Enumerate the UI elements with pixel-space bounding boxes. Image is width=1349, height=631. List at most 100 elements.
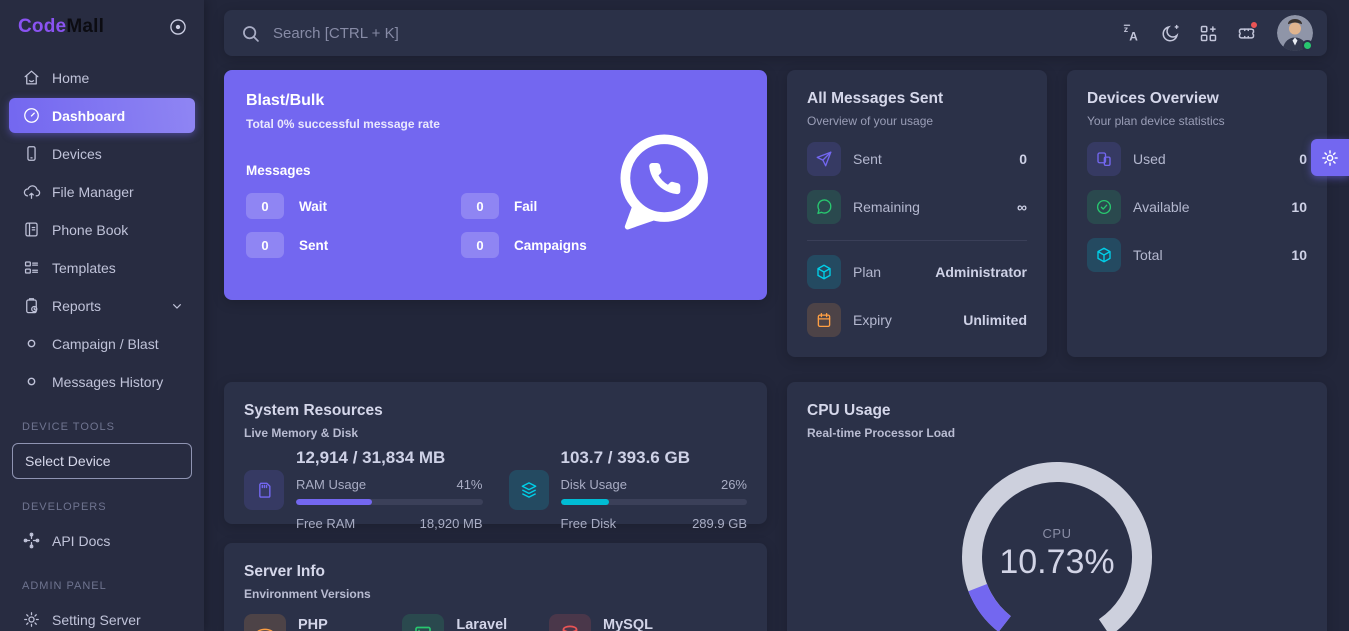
gear-icon — [1320, 148, 1340, 168]
stat-row-total: Total 10 — [1087, 238, 1307, 272]
language-icon[interactable]: zA — [1117, 18, 1147, 48]
calendar-icon — [807, 303, 841, 337]
search-icon — [240, 23, 261, 44]
card-subtitle: Environment Versions — [244, 587, 747, 601]
blast-stat-wait: 0 Wait — [246, 193, 461, 219]
chevron-down-icon — [169, 298, 185, 314]
api-icon — [22, 531, 41, 550]
env-item-laravel: Laravel 12.32.1 — [402, 614, 549, 631]
resources-grid: 12,914 / 31,834 MB RAM Usage41% Free RAM… — [244, 448, 747, 531]
sidebar-item-label: Templates — [52, 260, 116, 276]
blast-stat-sent: 0 Sent — [246, 232, 461, 258]
system-resources-card: System Resources Live Memory & Disk 12,9… — [224, 382, 767, 524]
disk-usage-block: 103.7 / 393.6 GB Disk Usage26% Free Disk… — [509, 448, 748, 531]
report-clipboard-icon — [22, 296, 41, 315]
sidebar-item-home[interactable]: Home — [9, 60, 195, 95]
circle-bullet-icon — [22, 372, 41, 391]
env-item-mysql: MySQL 11.4.7-MariaDB-cll-lve — [549, 614, 747, 631]
sidebar-nav: Home Dashboard Devices File Manager Phon… — [0, 60, 204, 399]
environment-grid: php PHP 8.3.20 Laravel 12.32.1 — [244, 614, 747, 631]
sidebar-item-reports[interactable]: Reports — [9, 288, 195, 323]
layers-icon — [509, 470, 549, 510]
select-device-dropdown[interactable]: Select Device — [12, 443, 192, 479]
stat-row-expiry: Expiry Unlimited — [807, 303, 1027, 337]
sidebar-item-phone-book[interactable]: Phone Book — [9, 212, 195, 247]
logo-row: CodeMall — [0, 0, 204, 48]
sidebar-item-label: Home — [52, 70, 89, 86]
card-title: Devices Overview — [1087, 90, 1307, 108]
section-header-device-tools: DEVICE TOOLS — [22, 421, 204, 433]
sidebar-item-templates[interactable]: Templates — [9, 250, 195, 285]
divider — [807, 240, 1027, 241]
stat-row-available: Available 10 — [1087, 190, 1307, 224]
sidebar-item-file-manager[interactable]: File Manager — [9, 174, 195, 209]
theme-customizer-button[interactable] — [1311, 139, 1349, 176]
svg-text:A: A — [1129, 29, 1138, 43]
app-root: CodeMall Home Dashboard Devices File Man… — [0, 0, 1349, 631]
circle-check-icon — [1087, 190, 1121, 224]
stat-chip: 0 — [461, 232, 499, 258]
sidebar-item-dashboard[interactable]: Dashboard — [9, 98, 195, 133]
send-icon — [807, 142, 841, 176]
sidebar-item-api-docs[interactable]: API Docs — [9, 523, 195, 558]
card-title: System Resources — [244, 402, 747, 420]
free-ram-value: 18,920 MB — [420, 516, 483, 531]
cpu-gauge: CPU 10.73% — [942, 452, 1172, 631]
section-header-developers: DEVELOPERS — [22, 501, 204, 513]
cpu-gauge-value-arc — [978, 588, 1005, 624]
disk-progress-bar — [561, 499, 748, 505]
devices-icon — [1087, 142, 1121, 176]
sidebar-item-label: Campaign / Blast — [52, 336, 159, 352]
cube-icon — [807, 255, 841, 289]
stat-row-remaining: Remaining ∞ — [807, 190, 1027, 224]
sidebar-item-campaign-blast[interactable]: Campaign / Blast — [9, 326, 195, 361]
sidebar-item-label: File Manager — [52, 184, 134, 200]
sidebar-item-label: Dashboard — [52, 108, 125, 124]
address-book-icon — [22, 220, 41, 239]
sidebar-pin-toggle-icon[interactable] — [168, 17, 188, 37]
topbar: zA — [224, 10, 1327, 56]
notifications-icon[interactable] — [1231, 18, 1261, 48]
sidebar-item-label: Devices — [52, 146, 102, 162]
all-messages-card: All Messages Sent Overview of your usage… — [787, 70, 1047, 357]
circle-bullet-icon — [22, 334, 41, 353]
server-info-card: Server Info Environment Versions php PHP… — [224, 543, 767, 631]
stat-chip: 0 — [461, 193, 499, 219]
sidebar-item-label: Setting Server — [52, 612, 141, 628]
brand-logo[interactable]: CodeMall — [18, 16, 104, 38]
user-avatar[interactable] — [1277, 15, 1313, 51]
disk-percent: 26% — [721, 477, 747, 492]
sidebar-item-setting-server[interactable]: Setting Server — [9, 602, 195, 631]
sidebar-item-label: API Docs — [52, 533, 110, 549]
card-subtitle: Real-time Processor Load — [807, 426, 1307, 440]
main-content: zA Blas — [204, 0, 1349, 631]
left-column: System Resources Live Memory & Disk 12,9… — [224, 382, 767, 631]
env-item-php: php PHP 8.3.20 — [244, 614, 402, 631]
search-bar[interactable] — [240, 23, 1117, 44]
message-circle-icon — [807, 190, 841, 224]
database-icon — [549, 614, 591, 631]
disk-value: 103.7 / 393.6 GB — [561, 448, 748, 468]
shortcuts-icon[interactable] — [1193, 18, 1223, 48]
smartphone-icon — [22, 144, 41, 163]
disk-label: Disk Usage — [561, 477, 627, 492]
card-subtitle: Your plan device statistics — [1087, 114, 1307, 128]
sidebar-item-label: Phone Book — [52, 222, 128, 238]
dark-mode-icon[interactable] — [1155, 18, 1185, 48]
ram-label: RAM Usage — [296, 477, 366, 492]
stat-chip: 0 — [246, 232, 284, 258]
cards-row-1: Blast/Bulk Total 0% successful message r… — [224, 70, 1327, 357]
free-ram-label: Free RAM — [296, 516, 355, 531]
whatsapp-icon — [607, 129, 715, 242]
ram-percent: 41% — [456, 477, 482, 492]
dashboard-icon — [22, 106, 41, 125]
sidebar: CodeMall Home Dashboard Devices File Man… — [0, 0, 204, 631]
php-icon: php — [244, 614, 286, 631]
devices-overview-card: Devices Overview Your plan device statis… — [1067, 70, 1327, 357]
search-input[interactable] — [273, 25, 693, 42]
sidebar-item-devices[interactable]: Devices — [9, 136, 195, 171]
ram-progress-bar — [296, 499, 483, 505]
card-subtitle: Overview of your usage — [807, 114, 1027, 128]
gear-icon — [22, 610, 41, 629]
sidebar-item-messages-history[interactable]: Messages History — [9, 364, 195, 399]
